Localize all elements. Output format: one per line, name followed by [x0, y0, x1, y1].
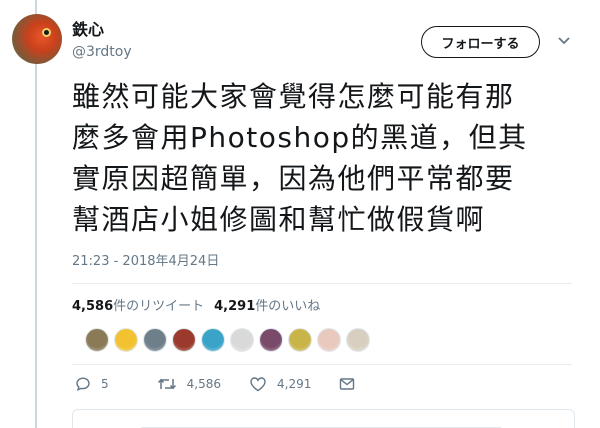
reply-count: 5: [101, 377, 109, 391]
like-stat-count[interactable]: 4,291: [214, 298, 255, 316]
divider: [72, 283, 572, 284]
liker-avatar[interactable]: [230, 328, 254, 352]
liker-avatar[interactable]: [346, 328, 370, 352]
author-handle[interactable]: @3rdtoy: [72, 43, 132, 61]
liker-avatar[interactable]: [317, 328, 341, 352]
tweet-stats: 4,586 件のリツイート 4,291 件のいいね: [72, 298, 320, 316]
retweet-action[interactable]: 4,586: [157, 376, 221, 392]
liker-avatar[interactable]: [143, 328, 167, 352]
retweet-stat-label[interactable]: 件のリツイート: [113, 298, 204, 316]
divider: [72, 364, 572, 365]
liker-avatar[interactable]: [85, 328, 109, 352]
tweet-text-line: 雖然可能大家會覺得怎麼可能有那: [72, 80, 515, 113]
tweet-text-line: 實原因超簡單，因為他們平常都要: [72, 162, 515, 195]
tweet-text-line: 幫酒店小姐修圖和幫忙做假貨啊: [72, 203, 486, 236]
message-icon[interactable]: [339, 377, 355, 391]
liker-avatar[interactable]: [172, 328, 196, 352]
retweet-count: 4,586: [186, 377, 221, 391]
liker-avatar[interactable]: [259, 328, 283, 352]
tweet-text-line: 麼多會用Photoshop的黑道，但其: [72, 121, 528, 154]
liker-avatars: [85, 328, 375, 352]
tweet-header: 鉄心 @3rdtoy フォローする: [0, 0, 600, 80]
author-display-name[interactable]: 鉄心: [72, 20, 104, 40]
tweet-timestamp[interactable]: 21:23 - 2018年4月24日: [72, 253, 219, 271]
tweet-actions: 5 4,586 4,291: [75, 374, 393, 394]
reply-icon[interactable]: [75, 376, 91, 392]
tweet-text: 雖然可能大家會覺得怎麼可能有那 麼多會用Photoshop的黑道，但其 實原因超…: [72, 76, 587, 240]
liker-avatar[interactable]: [201, 328, 225, 352]
retweet-stat-count[interactable]: 4,586: [72, 298, 113, 316]
message-action[interactable]: [339, 377, 365, 391]
chevron-down-icon[interactable]: [557, 36, 571, 46]
liker-avatar[interactable]: [114, 328, 138, 352]
avatar-eye: [42, 28, 51, 37]
heart-icon[interactable]: [249, 376, 267, 392]
quoted-tweet-card[interactable]: [72, 409, 575, 428]
liker-avatar[interactable]: [288, 328, 312, 352]
like-action[interactable]: 4,291: [249, 376, 311, 392]
avatar[interactable]: [12, 14, 62, 64]
retweet-icon[interactable]: [157, 376, 177, 392]
like-stat-label[interactable]: 件のいいね: [255, 298, 320, 316]
like-count: 4,291: [277, 377, 312, 391]
follow-button[interactable]: フォローする: [421, 26, 540, 58]
reply-action[interactable]: 5: [75, 376, 109, 392]
